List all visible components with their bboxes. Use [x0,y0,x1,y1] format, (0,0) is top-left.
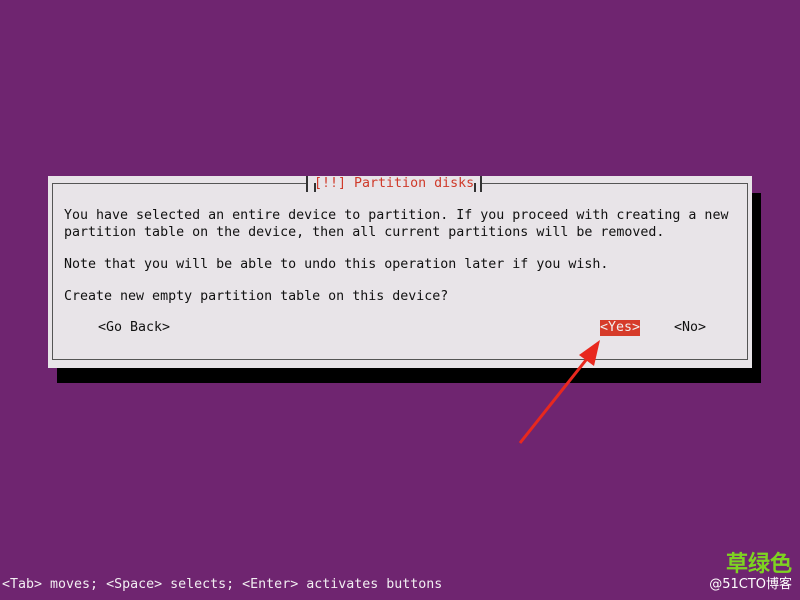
watermark: 草绿色 @51CTO博客 [709,552,792,593]
red-arrow-annotation [518,340,600,444]
arrow-shaft [518,354,592,444]
keyboard-help-text: <Tab> moves; <Space> selects; <Enter> ac… [2,577,443,592]
arrow-head [579,340,600,366]
watermark-brand: 草绿色 [725,552,792,577]
watermark-site: @51CTO博客 [709,577,792,592]
